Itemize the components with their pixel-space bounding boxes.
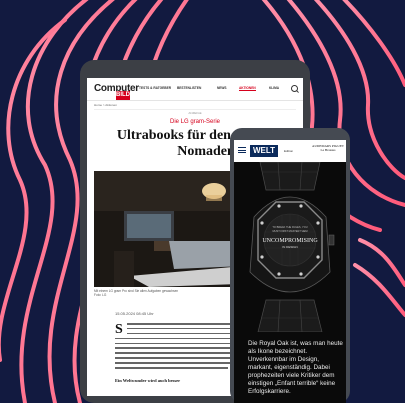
main-nav: TESTS & RATGEBER BESTENLISTEN NEWS AKTIO… (139, 86, 289, 94)
ad-copy-text: Die Royal Oak ist, was man heute als Iko… (248, 340, 343, 395)
phone-device: WELT Edition AUDEMARS PIGUET Le Brassus (230, 128, 350, 403)
article-kicker: Die LG gram-Serie (169, 119, 220, 125)
article-date: 15.05.2024 08:45 Uhr (115, 311, 154, 316)
ad-brand-sub: Le Brassus (320, 148, 336, 152)
watch-ad-image: TO BREAK THE RULES, YOU MUST FIRST MASTE… (234, 162, 346, 332)
search-icon[interactable] (291, 85, 298, 92)
menu-icon[interactable] (238, 147, 246, 153)
edition-label[interactable]: Edition (284, 149, 293, 153)
watch-text-3: UNCOMPROMISING (262, 238, 318, 244)
logo-badge: BILD (116, 91, 130, 100)
nav-item-aktionen[interactable]: AKTIONEN (239, 86, 256, 91)
ad-brand-logo: AUDEMARS PIGUET Le Brassus (312, 144, 344, 152)
breadcrumb[interactable]: Home > Aktionen (94, 103, 117, 107)
nav-item-news[interactable]: NEWS (217, 86, 227, 90)
nav-item-bestenlisten[interactable]: BESTENLISTEN (177, 86, 201, 90)
nav-item-klima[interactable]: KLIMA (269, 86, 279, 90)
watch-text-2: MUST FIRST MASTER THEM (272, 229, 307, 233)
caption-text: Mit einem LG gram Pro sind Sie allen Auf… (94, 289, 179, 293)
watch-text-4: IN DESIGN (282, 245, 297, 249)
nav-item-tests[interactable]: TESTS & RATGEBER (139, 86, 171, 90)
ad-label: ANZEIGE (188, 111, 202, 115)
phone-screen: WELT Edition AUDEMARS PIGUET Le Brassus (234, 140, 346, 403)
divider (94, 109, 296, 110)
welt-header: WELT Edition AUDEMARS PIGUET Le Brassus (234, 140, 346, 162)
site-header: Computer BILD TESTS & RATGEBER BESTENLIS… (87, 78, 303, 101)
article-subheading: Ein Weltwunder wird auch besser (115, 378, 181, 383)
watch-text-1: TO BREAK THE RULES, YOU (272, 225, 307, 229)
welt-logo[interactable]: WELT (250, 145, 278, 157)
caption-credit: Foto: LG (94, 293, 107, 297)
